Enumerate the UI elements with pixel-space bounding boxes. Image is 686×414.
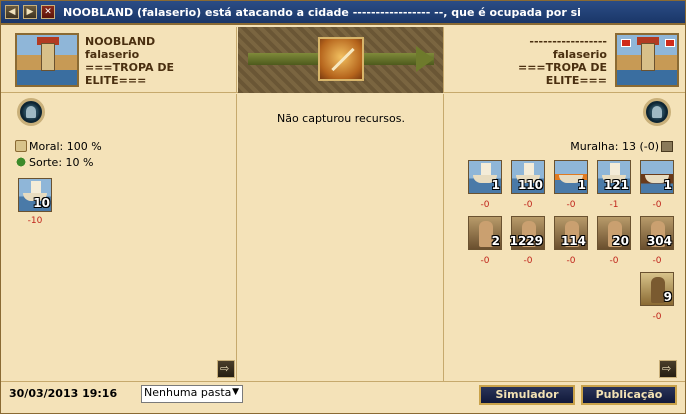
- defender-hero-helmet-icon[interactable]: [643, 98, 671, 126]
- unit-count: 1: [491, 178, 500, 192]
- unit-count: 1229: [509, 234, 543, 248]
- attack-direction-banner: [238, 27, 444, 93]
- report-header: NOOBLAND falaserio ===TROPA DE ELITE=== …: [1, 27, 685, 93]
- close-icon: ✕: [44, 7, 52, 17]
- defender-header: ----------------- falaserio ===TROPA DE …: [445, 27, 685, 93]
- defender-alliance-line-1[interactable]: ===TROPA DE: [518, 61, 607, 74]
- unit-count: 2: [491, 234, 500, 248]
- chevron-down-icon: ▼: [232, 387, 239, 397]
- unit-loss: -0: [480, 256, 490, 266]
- unit-count: 20: [612, 234, 629, 248]
- wall-icon: [661, 141, 673, 152]
- title-bar: ◀ ▶ ✕ NOOBLAND (falaserio) está atacando…: [1, 1, 685, 25]
- unit-count: 114: [560, 234, 586, 248]
- defender-town-image[interactable]: [615, 33, 679, 87]
- defender-panel: Muralha: 13 (-0) 1 -0 110 -0 1 -0 121 -1…: [445, 94, 685, 381]
- clover-icon: [15, 156, 27, 168]
- swordsman-icon[interactable]: 2: [468, 216, 502, 250]
- archer-icon[interactable]: 114: [554, 216, 588, 250]
- unit-count: 10: [33, 196, 50, 210]
- transport-boat-icon[interactable]: 1: [468, 160, 502, 194]
- defender-insert-bbcode-button[interactable]: [659, 360, 677, 378]
- wall-stat: Muralha: 13 (-0): [570, 140, 673, 153]
- attacker-hero-helmet-icon[interactable]: [17, 98, 45, 126]
- transport-boat-icon[interactable]: 10: [18, 178, 52, 212]
- result-panel: Não capturou recursos.: [238, 94, 444, 381]
- catapult-icon[interactable]: 9: [640, 272, 674, 306]
- previous-report-button[interactable]: ◀: [5, 5, 19, 19]
- unit-count: 110: [517, 178, 543, 192]
- attacker-panel: Moral: 100 % Sorte: 10 % 10 -10: [1, 94, 237, 381]
- unit-loss: -0: [523, 200, 533, 210]
- luck-value: Sorte: 10 %: [29, 156, 94, 169]
- light-ship-icon[interactable]: 121: [597, 160, 631, 194]
- unit-count: 304: [646, 234, 672, 248]
- report-footer: 30/03/2013 19:16 Nenhuma pasta ▼ Simulad…: [1, 381, 685, 413]
- attack-spear-icon: [318, 37, 364, 81]
- wall-value: Muralha: 13 (-0): [570, 140, 659, 153]
- slinger-icon[interactable]: 1229: [509, 216, 545, 250]
- trireme-icon[interactable]: 1: [640, 160, 674, 194]
- folder-select-value: Nenhuma pasta: [144, 386, 232, 399]
- unit-loss: -0: [566, 200, 576, 210]
- moral-stat: Moral: 100 %: [15, 140, 102, 153]
- window-title: NOOBLAND (falaserio) está atacando a cid…: [63, 6, 581, 19]
- attacker-header: NOOBLAND falaserio ===TROPA DE ELITE===: [1, 27, 237, 93]
- unit-loss: -0: [523, 256, 533, 266]
- bireme-icon[interactable]: 110: [511, 160, 545, 194]
- attacker-alliance-line-2[interactable]: ELITE===: [85, 74, 146, 87]
- unit-loss: -10: [27, 216, 43, 226]
- attacker-town-name[interactable]: NOOBLAND: [85, 35, 155, 48]
- resources-message: Não capturou recursos.: [276, 112, 405, 125]
- direction-arrow-icon: [416, 46, 434, 72]
- hoplite-icon[interactable]: 20: [597, 216, 631, 250]
- unit-loss: -0: [652, 256, 662, 266]
- luck-stat: Sorte: 10 %: [15, 156, 93, 169]
- unit-count: 1: [577, 178, 586, 192]
- unit-loss: -0: [652, 312, 662, 322]
- unit-count: 121: [603, 178, 629, 192]
- defender-town-name[interactable]: -----------------: [529, 35, 607, 48]
- battle-report-window: ◀ ▶ ✕ NOOBLAND (falaserio) está atacando…: [0, 0, 686, 414]
- attacker-alliance-line-1[interactable]: ===TROPA DE: [85, 61, 174, 74]
- moral-value: Moral: 100 %: [29, 140, 102, 153]
- report-date: 30/03/2013 19:16: [9, 387, 118, 400]
- unit-count: 1: [663, 178, 672, 192]
- defender-player-name[interactable]: falaserio: [553, 48, 607, 61]
- simulator-button[interactable]: Simulador: [479, 385, 575, 405]
- defender-alliance-line-2[interactable]: ELITE===: [546, 74, 607, 87]
- attacker-insert-bbcode-button[interactable]: [217, 360, 235, 378]
- unit-loss: -0: [566, 256, 576, 266]
- unit-count: 9: [663, 290, 672, 304]
- arrow-right-icon: ▶: [26, 7, 34, 17]
- attacker-town-image[interactable]: [15, 33, 79, 87]
- arrow-left-icon: ◀: [8, 7, 16, 17]
- next-report-button[interactable]: ▶: [23, 5, 37, 19]
- close-button[interactable]: ✕: [41, 5, 55, 19]
- unit-loss: -1: [609, 200, 619, 210]
- fire-ship-icon[interactable]: 1: [554, 160, 588, 194]
- attacker-player-name[interactable]: falaserio: [85, 48, 139, 61]
- scroll-icon: [15, 140, 27, 152]
- unit-loss: -0: [609, 256, 619, 266]
- unit-loss: -0: [480, 200, 490, 210]
- unit-loss: -0: [652, 200, 662, 210]
- folder-select[interactable]: Nenhuma pasta ▼: [141, 385, 243, 403]
- horseman-icon[interactable]: 304: [640, 216, 674, 250]
- publish-button[interactable]: Publicação: [581, 385, 677, 405]
